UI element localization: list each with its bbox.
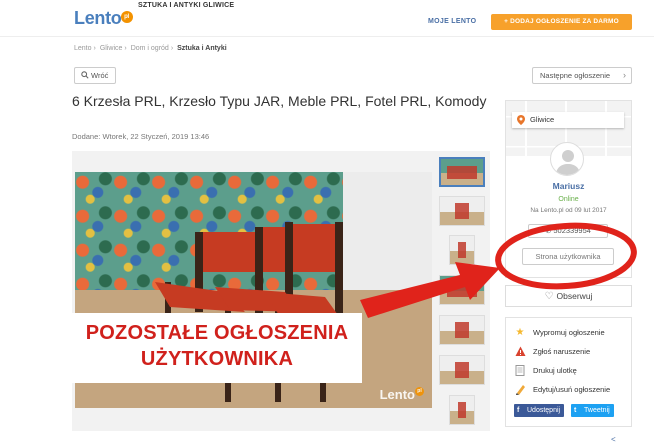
- search-icon: [81, 69, 89, 79]
- follow-label: Obserwuj: [556, 291, 593, 301]
- promo-line-1: POZOSTAŁE OGŁOSZENIA: [85, 322, 349, 344]
- thumbnail[interactable]: [439, 355, 485, 385]
- member-since: Na Lento.pl od 09 lut 2017: [530, 207, 607, 214]
- my-account-link[interactable]: MOJE LENTO: [428, 18, 476, 25]
- edit-link[interactable]: Edytuj/usuń ogłoszenie: [514, 384, 610, 396]
- thumbnail[interactable]: [439, 196, 485, 226]
- thumbnail[interactable]: [439, 315, 485, 345]
- listing-date: Dodane: Wtorek, 22 Styczeń, 2019 13:46: [72, 132, 210, 141]
- heart-icon: ♡: [544, 291, 554, 302]
- breadcrumb-current[interactable]: Sztuka i Antyki: [177, 45, 227, 52]
- thumbnail[interactable]: [449, 235, 475, 265]
- twitter-icon: t: [574, 407, 577, 414]
- facebook-share-button[interactable]: f Udostępnij: [514, 404, 565, 417]
- add-ad-button[interactable]: + DODAJ OGŁOSZENIE ZA DARMO: [491, 14, 632, 30]
- photo-watermark: Lento pl: [380, 387, 424, 402]
- promo-line-2: UŻYTKOWNIKA: [140, 348, 294, 370]
- phone-number: 502339954: [553, 226, 591, 235]
- breadcrumb-item-city[interactable]: Gliwice: [100, 45, 123, 52]
- share-icon[interactable]: <: [611, 435, 616, 442]
- map-pin-icon: [517, 115, 525, 125]
- breadcrumb: Lento › Gliwice › Dom i ogród › Sztuka i An…: [74, 45, 227, 52]
- breadcrumb-item-category[interactable]: Dom i ogród: [131, 45, 169, 52]
- twitter-share-button[interactable]: t Tweetnij: [571, 404, 614, 417]
- location-box[interactable]: Gliwice: [512, 112, 624, 128]
- pencil-icon: [514, 384, 526, 396]
- chevron-right-icon: ›: [623, 70, 626, 80]
- phone-icon: ✆: [545, 226, 552, 235]
- back-button[interactable]: Wróć: [74, 67, 116, 84]
- thumbnail[interactable]: [439, 275, 485, 305]
- next-listing-button[interactable]: Następne ogłoszenie ›: [532, 67, 632, 84]
- report-link[interactable]: Zgłoś naruszenie: [514, 346, 590, 358]
- print-link[interactable]: Drukuj ulotkę: [514, 365, 577, 377]
- user-page-button[interactable]: Strona użytkownika: [522, 248, 614, 265]
- follow-button[interactable]: ♡ Obserwuj: [505, 285, 632, 307]
- avatar[interactable]: [550, 142, 584, 176]
- online-status: Online: [558, 196, 579, 203]
- breadcrumb-item-home[interactable]: Lento: [74, 45, 92, 52]
- thumbnail[interactable]: [449, 395, 475, 425]
- listing-title: 6 Krzesła PRL, Krzesło Typu JAR, Meble P…: [72, 93, 487, 109]
- back-label: Wróć: [91, 71, 109, 80]
- promo-text: POZOSTAŁE OGŁOSZENIA UŻYTKOWNIKA: [72, 320, 362, 372]
- facebook-icon: f: [517, 407, 520, 414]
- site-subtitle: SZTUKA I ANTYKI GLIWICE: [138, 2, 235, 9]
- phone-button[interactable]: ✆ 502339954: [528, 224, 608, 238]
- lento-logo[interactable]: Lento pl: [74, 8, 133, 29]
- thumbnail[interactable]: [439, 157, 485, 187]
- warning-icon: [514, 346, 526, 358]
- header-divider: [0, 36, 654, 37]
- document-icon: [514, 365, 526, 377]
- logo-badge: pl: [120, 11, 133, 23]
- star-icon: ★: [515, 327, 525, 338]
- location-label: Gliwice: [530, 115, 555, 124]
- seller-name[interactable]: Mariusz: [505, 181, 632, 191]
- logo-text: Lento: [74, 8, 122, 28]
- next-label: Następne ogłoszenie: [540, 71, 611, 80]
- promote-link[interactable]: ★ Wypromuj ogłoszenie: [514, 327, 605, 339]
